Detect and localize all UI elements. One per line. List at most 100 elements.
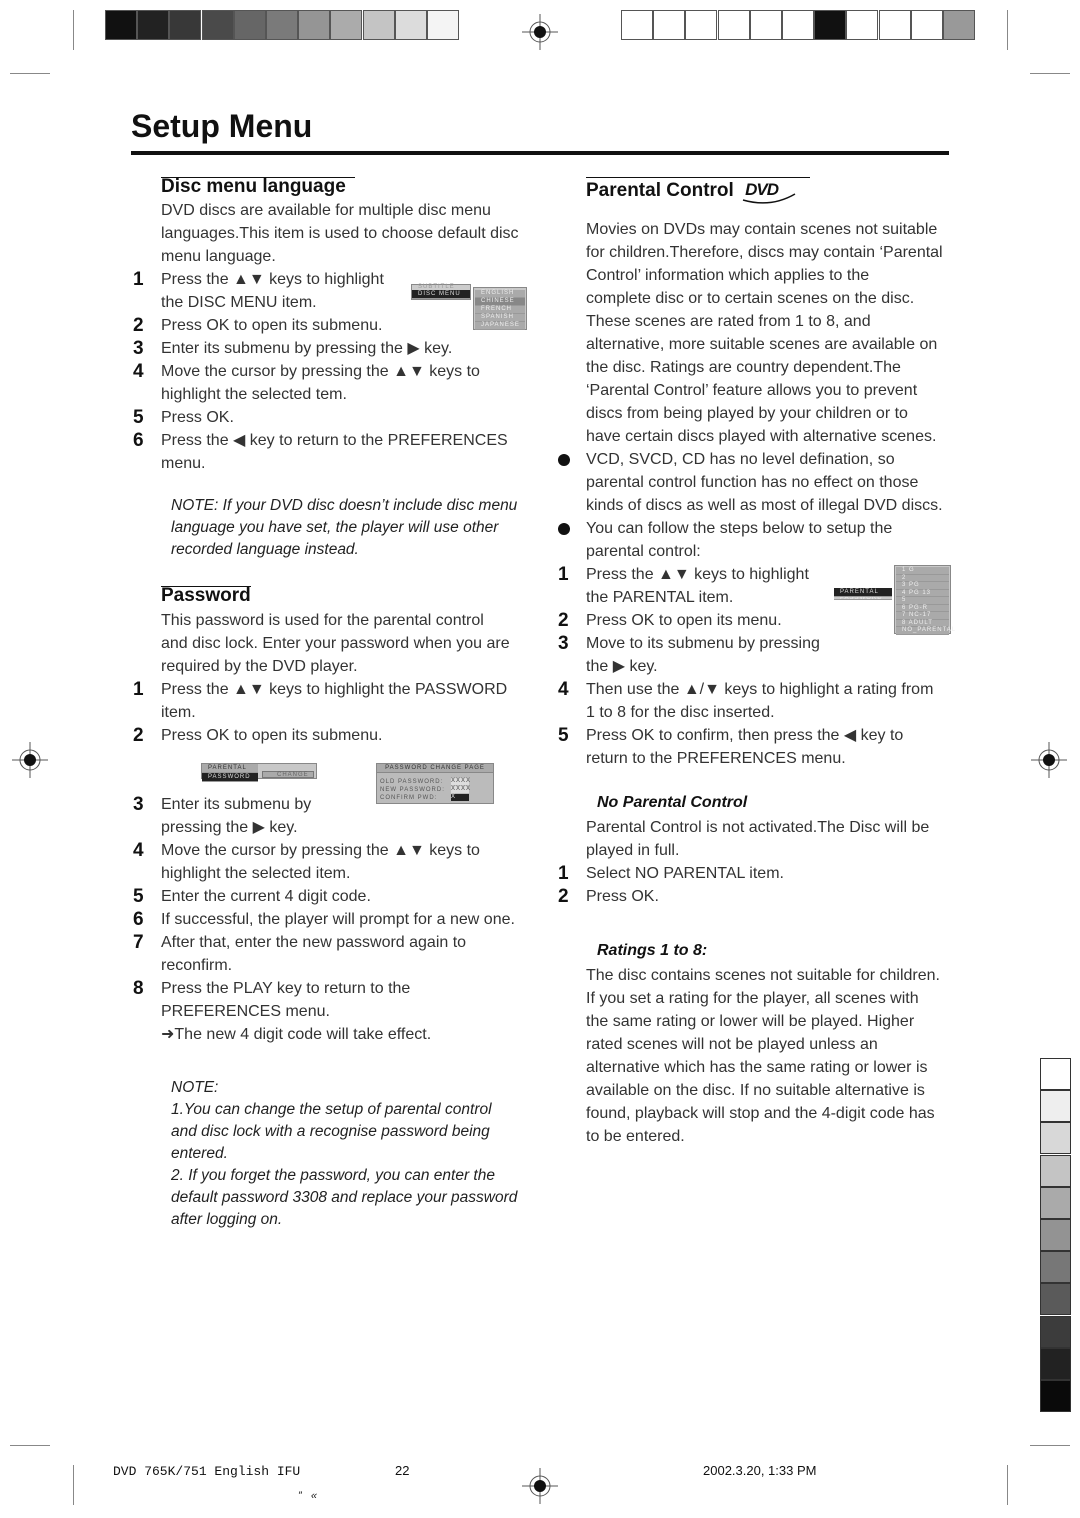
step-number: 2	[133, 315, 144, 336]
line-text: Move the cursor by pressing the ▲▼ keys …	[161, 842, 480, 859]
step-number: 4	[133, 361, 144, 382]
text-line: to be entered.	[586, 1125, 940, 1148]
menu-option: 7 NC-17	[896, 612, 949, 620]
registration-swatch	[653, 10, 686, 40]
line-text: default password 3308 and replace your p…	[171, 1189, 518, 1206]
text-line: found, playback will stop and the 4-digi…	[586, 1102, 940, 1125]
dvd-logo-icon: DVD	[742, 180, 796, 204]
line-text: the PARENTAL item.	[586, 589, 734, 606]
text-line: This password is used for the parental c…	[161, 609, 510, 632]
step-row: 6 If successful, the player will prompt f…	[133, 908, 515, 931]
text-line: have certain discs played with alternati…	[586, 425, 943, 448]
no-parental-text: Parental Control is not activated.The Di…	[558, 816, 929, 908]
line-text: NOTE:	[171, 1079, 219, 1096]
text-line: the ▶ key.	[586, 655, 943, 678]
line-text: available on the disc. If no suitable al…	[586, 1082, 925, 1099]
step-row: 5 Press OK to confirm, then press the ◀ k…	[558, 724, 943, 747]
text-line: Control’ information which applies to th…	[586, 264, 943, 287]
step-row: 4 Move the cursor by pressing the ▲▼ keys…	[133, 360, 519, 383]
registration-swatch	[1040, 1090, 1071, 1123]
line-text: language you have set, the player will u…	[171, 519, 499, 536]
step-number: 4	[558, 679, 569, 700]
step-number: 5	[133, 886, 144, 907]
text-line: 1 to 8 for the disc inserted.	[586, 701, 943, 724]
text-line: The disc contains scenes not suitable fo…	[586, 964, 940, 987]
line-text: Press OK to open its submenu.	[161, 317, 383, 334]
crop-mark	[10, 73, 50, 74]
menu-option: 2	[896, 574, 949, 582]
line-text: after logging on.	[171, 1211, 283, 1228]
line-text: Enter its submenu by pressing the ▶ key.	[161, 340, 453, 357]
line-text: Press OK.	[586, 888, 659, 905]
line-text: If you set a rating for the player, all …	[586, 990, 919, 1007]
step-row: 5 Enter the current 4 digit code.	[133, 885, 515, 908]
parental-menu-thumbnail: PARENTAL PASSWORD	[834, 588, 892, 600]
line-text: 2. If you forget the password, you can e…	[171, 1167, 495, 1184]
registration-swatch	[878, 10, 911, 40]
menu-option: SPANISH	[475, 314, 525, 322]
parental-control-title: Parental Control	[586, 180, 734, 201]
text-line: complete disc or to certain scenes on th…	[586, 287, 943, 310]
text-line: alternative, more suitable scenes are av…	[586, 333, 943, 356]
line-text: DVD discs are available for multiple dis…	[161, 202, 491, 219]
line-text: This password is used for the parental c…	[161, 612, 484, 629]
line-text: Movies on DVDs may contain scenes not su…	[586, 221, 938, 238]
line-text: parental control:	[586, 543, 701, 560]
registration-swatch	[1040, 1347, 1071, 1380]
line-text: Select NO PARENTAL item.	[586, 865, 784, 882]
change-item: CHANGE	[262, 771, 314, 778]
registration-swatch	[201, 10, 234, 40]
menu-option: NO_PARENTAL	[896, 627, 955, 635]
step-number: 2	[558, 886, 569, 907]
registration-swatch	[685, 10, 718, 40]
line-text: Press the ▲▼ keys to highlight	[161, 271, 384, 288]
step-number: 6	[133, 909, 144, 930]
menu-option: 5	[896, 597, 949, 605]
text-line: alternative which has the same rating or…	[586, 1056, 940, 1079]
registration-crosshair-icon	[1031, 742, 1067, 778]
text-line: 1.You can change the setup of parental c…	[171, 1099, 517, 1121]
menu-item-selected: PASSWORD	[202, 773, 258, 782]
menu-item-selected: DISC MENU	[412, 290, 470, 299]
text-line: 2. If you forget the password, you can e…	[171, 1165, 517, 1187]
line-text: required by the DVD player.	[161, 658, 358, 675]
text-line: pressing the ▶ key.	[161, 816, 515, 839]
step-number: 3	[558, 633, 569, 654]
line-text: Move the cursor by pressing the ▲▼ keys …	[161, 363, 480, 380]
line-text: to be entered.	[586, 1128, 685, 1145]
registration-swatch	[749, 10, 782, 40]
page-title: Setup Menu	[131, 108, 313, 144]
crop-mark	[73, 10, 74, 50]
footer-marks: ” «	[298, 1490, 317, 1502]
registration-swatch	[1040, 1186, 1071, 1219]
registration-crosshair-icon	[522, 1468, 558, 1504]
bullet-row: You can follow the steps below to setup …	[558, 517, 943, 540]
text-line: played in full.	[586, 839, 929, 862]
step-number: 1	[133, 679, 144, 700]
text-line: highlight the selected item.	[161, 862, 515, 885]
line-text: Press OK to open its submenu.	[161, 727, 383, 744]
password-heading: Password	[161, 585, 251, 606]
registration-swatch	[1040, 1251, 1071, 1284]
text-line: the disc. Ratings are country dependent.…	[586, 356, 943, 379]
line-text: PREFERENCES menu.	[161, 1003, 330, 1020]
registration-swatch	[362, 10, 395, 40]
line-text: NOTE: If your DVD disc doesn’t include d…	[171, 497, 518, 514]
menu-option: JAPANESE	[475, 322, 525, 330]
crop-mark	[10, 1445, 50, 1446]
parental-control-heading: Parental Control DVD	[586, 180, 796, 204]
step-row: 6 Press the ◀ key to return to the PREFER…	[133, 429, 519, 452]
menu-option: 6 PG-R	[896, 604, 949, 612]
parental-control-text: Movies on DVDs may contain scenes not su…	[558, 218, 943, 770]
step-number: 2	[558, 610, 569, 631]
footer-doc-id: DVD 765K/751 English IFU	[113, 1464, 301, 1479]
step-row: 4 Move the cursor by pressing the ▲▼ keys…	[133, 839, 515, 862]
footer-date: 2002.3.20, 1:33 PM	[703, 1463, 817, 1478]
step-row: 2 Press OK to open its submenu.	[133, 724, 510, 747]
text-line: and disc lock. Enter your password when …	[161, 632, 510, 655]
password-text-b: 3 Enter its submenu by pressing the ▶ key.…	[133, 793, 515, 1046]
step-number: 1	[558, 564, 569, 585]
step-number: 6	[133, 430, 144, 451]
step-number: 1	[558, 863, 569, 884]
line-text: If successful, the player will prompt fo…	[161, 911, 515, 928]
